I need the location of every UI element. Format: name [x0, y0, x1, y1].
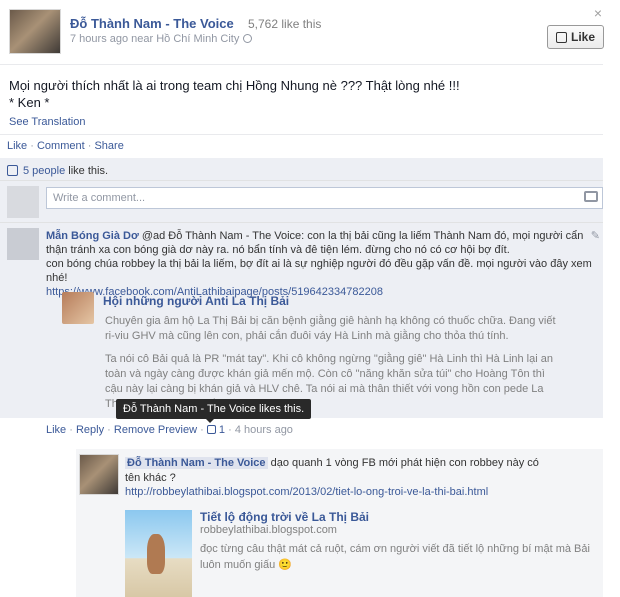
shared-link-thumbnail[interactable]: [125, 510, 192, 597]
commenter-name[interactable]: Mẫn Bóng Già Dơ: [46, 230, 139, 242]
like-count-value: 1: [218, 424, 226, 436]
like-button-label: Like: [570, 30, 595, 44]
thumbs-up-icon: [7, 165, 18, 176]
remove-preview-link[interactable]: Remove Preview: [114, 424, 197, 436]
comment-actions: Like · Reply · Remove Preview · 1 · 4 ho…: [46, 424, 293, 436]
camera-icon[interactable]: [584, 191, 598, 202]
share-link[interactable]: Share: [94, 140, 123, 152]
viewer-avatar: [7, 186, 39, 218]
see-translation-link[interactable]: See Translation: [9, 116, 85, 128]
shared-link-description: đọc từng câu thật mát cả ruột, cám ơn ng…: [200, 541, 590, 573]
separator-dot: ·: [107, 424, 111, 436]
shared-link-domain: robbeylathibai.blogspot.com: [200, 524, 337, 536]
divider: [0, 180, 603, 181]
preview-title[interactable]: Hội những người Anti La Thị Bải: [103, 294, 289, 308]
comment-like-count[interactable]: 1: [206, 424, 226, 436]
page-likes-count: 5,762 like this: [248, 17, 322, 31]
divider: [0, 222, 603, 223]
comment-link[interactable]: Comment: [37, 140, 85, 152]
separator-dot: ·: [30, 140, 34, 152]
preview-description: Chuyên gia âm hộ La Thị Bải bị căn bệnh …: [105, 314, 560, 412]
reply-author-name[interactable]: Đỗ Thành Nam - The Voice: [125, 457, 268, 469]
separator-dot: ·: [87, 140, 92, 152]
post-text-line: Mọi người thích nhất là ai trong team ch…: [9, 78, 460, 93]
comment-reply-link[interactable]: Reply: [76, 424, 104, 436]
link-preview[interactable]: Hội những người Anti La Thị Bải Chuyên g…: [46, 288, 606, 412]
post-time-location[interactable]: 7 hours ago near Hồ Chí Minh City: [70, 33, 239, 45]
like-link[interactable]: Like: [7, 140, 27, 152]
comment-text-2: con bóng chúa robbey la thị bải la liếm,…: [46, 258, 592, 284]
reply-author-avatar[interactable]: [79, 454, 119, 495]
separator-dot: ·: [200, 424, 204, 436]
post-author-name[interactable]: Đỗ Thành Nam - The Voice: [70, 16, 234, 31]
thumbs-up-icon: [555, 31, 567, 43]
page-like-button[interactable]: Like: [547, 25, 604, 49]
reply-body: Đỗ Thành Nam - The Voice dạo quanh 1 vòn…: [125, 456, 555, 486]
smiley-icon: 🙂: [278, 559, 292, 571]
preview-page-avatar: [62, 292, 94, 324]
tooltip-arrow: [205, 418, 215, 423]
globe-icon[interactable]: [243, 34, 253, 43]
commenter-avatar[interactable]: [7, 228, 39, 260]
shared-link-title[interactable]: Tiết lộ động trời về La Thị Bải: [200, 510, 369, 524]
comment-time: 4 hours ago: [234, 424, 293, 436]
people-like-count-link[interactable]: 5 people: [23, 165, 65, 177]
reply-link[interactable]: http://robbeylathibai.blogspot.com/2013/…: [125, 486, 488, 498]
comment-like-link[interactable]: Like: [46, 424, 66, 436]
post-body: Mọi người thích nhất là ai trong team ch…: [9, 77, 460, 111]
separator-dot: ·: [228, 424, 232, 436]
people-like-row: 5 people like this.: [7, 165, 108, 177]
comment-input[interactable]: Write a comment...: [46, 187, 603, 209]
edit-pencil-icon[interactable]: ✎: [591, 229, 600, 242]
post-meta: 7 hours ago near Hồ Chí Minh City: [70, 33, 253, 45]
post-actions: Like · Comment · Share: [7, 140, 124, 152]
people-like-suffix: like this.: [65, 165, 109, 177]
shared-link-text: đọc từng câu thật mát cả ruột, cám ơn ng…: [200, 543, 590, 571]
preview-paragraph: Chuyên gia âm hộ La Thị Bải bị căn bệnh …: [105, 315, 556, 342]
close-icon[interactable]: ×: [594, 5, 602, 21]
post-text-signature: * Ken *: [9, 95, 50, 110]
child-figure: [147, 534, 165, 574]
likes-tooltip: Đỗ Thành Nam - The Voice likes this.: [116, 399, 312, 419]
divider: [0, 64, 603, 65]
separator-dot: ·: [69, 424, 73, 436]
thumbs-up-icon: [206, 425, 216, 434]
divider: [0, 134, 603, 135]
author-avatar[interactable]: [9, 9, 61, 54]
